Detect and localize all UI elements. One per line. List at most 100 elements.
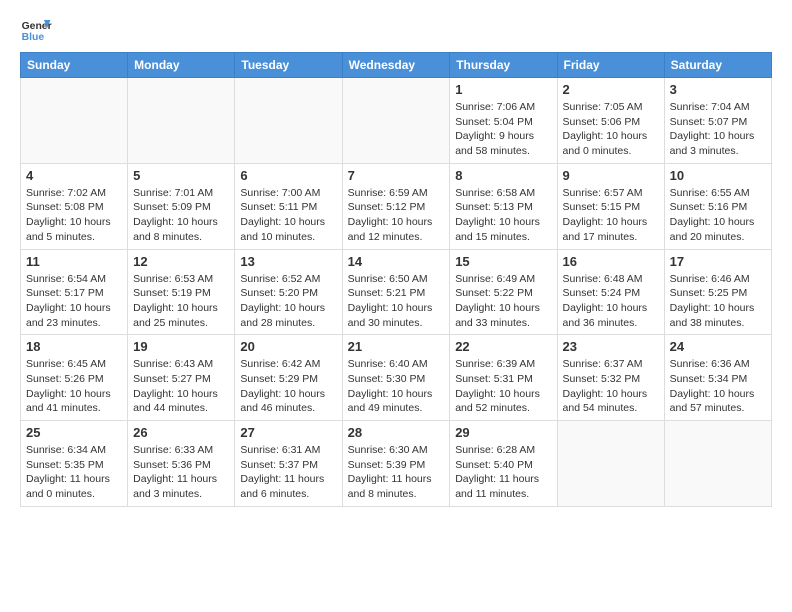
day-info: Sunrise: 6:42 AM Sunset: 5:29 PM Dayligh…: [240, 357, 336, 416]
weekday-header-wednesday: Wednesday: [342, 53, 450, 78]
day-info: Sunrise: 6:46 AM Sunset: 5:25 PM Dayligh…: [670, 272, 766, 331]
calendar-cell: 29 Sunrise: 6:28 AM Sunset: 5:40 PM Dayli…: [450, 421, 557, 507]
calendar-cell: 2Sunrise: 7:05 AM Sunset: 5:06 PM Daylig…: [557, 78, 664, 164]
weekday-header-row: SundayMondayTuesdayWednesdayThursdayFrid…: [21, 53, 772, 78]
day-number: 29: [455, 425, 551, 440]
logo: General Blue: [20, 16, 56, 44]
day-info: Sunrise: 7:06 AM Sunset: 5:04 PM Dayligh…: [455, 100, 551, 159]
day-number: 26: [133, 425, 229, 440]
calendar-cell: 22Sunrise: 6:39 AM Sunset: 5:31 PM Dayli…: [450, 335, 557, 421]
calendar-cell: 26 Sunrise: 6:33 AM Sunset: 5:36 PM Dayli…: [128, 421, 235, 507]
calendar-cell: 23 Sunrise: 6:37 AM Sunset: 5:32 PM Dayli…: [557, 335, 664, 421]
day-number: 5: [133, 168, 229, 183]
day-number: 17: [670, 254, 766, 269]
week-row-2: 4 Sunrise: 7:02 AM Sunset: 5:08 PM Daylig…: [21, 163, 772, 249]
calendar-cell: 24Sunrise: 6:36 AM Sunset: 5:34 PM Dayli…: [664, 335, 771, 421]
calendar-cell: 11 Sunrise: 6:54 AM Sunset: 5:17 PM Dayli…: [21, 249, 128, 335]
day-info: Sunrise: 7:02 AM Sunset: 5:08 PM Dayligh…: [26, 186, 122, 245]
calendar-cell: 10 Sunrise: 6:55 AM Sunset: 5:16 PM Dayli…: [664, 163, 771, 249]
day-number: 9: [563, 168, 659, 183]
day-number: 10: [670, 168, 766, 183]
day-info: Sunrise: 6:39 AM Sunset: 5:31 PM Dayligh…: [455, 357, 551, 416]
logo-icon: General Blue: [20, 16, 52, 44]
calendar-cell: 3 Sunrise: 7:04 AM Sunset: 5:07 PM Daylig…: [664, 78, 771, 164]
day-info: Sunrise: 6:30 AM Sunset: 5:39 PM Dayligh…: [348, 443, 445, 502]
calendar-cell: 5 Sunrise: 7:01 AM Sunset: 5:09 PM Daylig…: [128, 163, 235, 249]
day-info: Sunrise: 7:01 AM Sunset: 5:09 PM Dayligh…: [133, 186, 229, 245]
day-info: Sunrise: 6:37 AM Sunset: 5:32 PM Dayligh…: [563, 357, 659, 416]
day-number: 11: [26, 254, 122, 269]
weekday-header-monday: Monday: [128, 53, 235, 78]
svg-text:Blue: Blue: [22, 32, 45, 43]
calendar-cell: [235, 78, 342, 164]
day-number: 4: [26, 168, 122, 183]
day-info: Sunrise: 6:57 AM Sunset: 5:15 PM Dayligh…: [563, 186, 659, 245]
day-number: 28: [348, 425, 445, 440]
calendar-cell: 7Sunrise: 6:59 AM Sunset: 5:12 PM Daylig…: [342, 163, 450, 249]
day-info: Sunrise: 6:49 AM Sunset: 5:22 PM Dayligh…: [455, 272, 551, 331]
day-number: 15: [455, 254, 551, 269]
calendar-cell: 20 Sunrise: 6:42 AM Sunset: 5:29 PM Dayli…: [235, 335, 342, 421]
calendar-cell: 13Sunrise: 6:52 AM Sunset: 5:20 PM Dayli…: [235, 249, 342, 335]
day-number: 1: [455, 82, 551, 97]
day-info: Sunrise: 7:00 AM Sunset: 5:11 PM Dayligh…: [240, 186, 336, 245]
calendar-cell: [342, 78, 450, 164]
calendar-cell: [664, 421, 771, 507]
day-number: 12: [133, 254, 229, 269]
weekday-header-saturday: Saturday: [664, 53, 771, 78]
day-number: 8: [455, 168, 551, 183]
day-number: 20: [240, 339, 336, 354]
day-info: Sunrise: 6:52 AM Sunset: 5:20 PM Dayligh…: [240, 272, 336, 331]
day-info: Sunrise: 6:50 AM Sunset: 5:21 PM Dayligh…: [348, 272, 445, 331]
calendar-cell: 9 Sunrise: 6:57 AM Sunset: 5:15 PM Daylig…: [557, 163, 664, 249]
day-number: 6: [240, 168, 336, 183]
week-row-5: 25 Sunrise: 6:34 AM Sunset: 5:35 PM Dayli…: [21, 421, 772, 507]
header: General Blue: [20, 16, 772, 44]
calendar-cell: [21, 78, 128, 164]
day-info: Sunrise: 6:33 AM Sunset: 5:36 PM Dayligh…: [133, 443, 229, 502]
weekday-header-sunday: Sunday: [21, 53, 128, 78]
day-info: Sunrise: 6:28 AM Sunset: 5:40 PM Dayligh…: [455, 443, 551, 502]
calendar-cell: 8 Sunrise: 6:58 AM Sunset: 5:13 PM Daylig…: [450, 163, 557, 249]
day-info: Sunrise: 6:45 AM Sunset: 5:26 PM Dayligh…: [26, 357, 122, 416]
day-info: Sunrise: 6:48 AM Sunset: 5:24 PM Dayligh…: [563, 272, 659, 331]
day-number: 25: [26, 425, 122, 440]
weekday-header-thursday: Thursday: [450, 53, 557, 78]
calendar-cell: 16 Sunrise: 6:48 AM Sunset: 5:24 PM Dayli…: [557, 249, 664, 335]
day-info: Sunrise: 6:55 AM Sunset: 5:16 PM Dayligh…: [670, 186, 766, 245]
week-row-3: 11 Sunrise: 6:54 AM Sunset: 5:17 PM Dayli…: [21, 249, 772, 335]
calendar-cell: 27 Sunrise: 6:31 AM Sunset: 5:37 PM Dayli…: [235, 421, 342, 507]
calendar-cell: 4 Sunrise: 7:02 AM Sunset: 5:08 PM Daylig…: [21, 163, 128, 249]
day-info: Sunrise: 6:54 AM Sunset: 5:17 PM Dayligh…: [26, 272, 122, 331]
day-number: 23: [563, 339, 659, 354]
day-number: 7: [348, 168, 445, 183]
day-info: Sunrise: 7:04 AM Sunset: 5:07 PM Dayligh…: [670, 100, 766, 159]
day-number: 2: [563, 82, 659, 97]
weekday-header-friday: Friday: [557, 53, 664, 78]
calendar-cell: [128, 78, 235, 164]
week-row-4: 18 Sunrise: 6:45 AM Sunset: 5:26 PM Dayli…: [21, 335, 772, 421]
calendar-cell: 15 Sunrise: 6:49 AM Sunset: 5:22 PM Dayli…: [450, 249, 557, 335]
calendar-cell: 19 Sunrise: 6:43 AM Sunset: 5:27 PM Dayli…: [128, 335, 235, 421]
day-number: 19: [133, 339, 229, 354]
day-number: 16: [563, 254, 659, 269]
day-info: Sunrise: 6:43 AM Sunset: 5:27 PM Dayligh…: [133, 357, 229, 416]
day-info: Sunrise: 6:53 AM Sunset: 5:19 PM Dayligh…: [133, 272, 229, 331]
day-number: 24: [670, 339, 766, 354]
day-info: Sunrise: 6:31 AM Sunset: 5:37 PM Dayligh…: [240, 443, 336, 502]
day-info: Sunrise: 6:34 AM Sunset: 5:35 PM Dayligh…: [26, 443, 122, 502]
calendar-cell: [557, 421, 664, 507]
day-info: Sunrise: 6:58 AM Sunset: 5:13 PM Dayligh…: [455, 186, 551, 245]
day-number: 18: [26, 339, 122, 354]
calendar-table: SundayMondayTuesdayWednesdayThursdayFrid…: [20, 52, 772, 507]
day-number: 3: [670, 82, 766, 97]
calendar-cell: 25 Sunrise: 6:34 AM Sunset: 5:35 PM Dayli…: [21, 421, 128, 507]
day-info: Sunrise: 6:40 AM Sunset: 5:30 PM Dayligh…: [348, 357, 445, 416]
calendar-cell: 21 Sunrise: 6:40 AM Sunset: 5:30 PM Dayli…: [342, 335, 450, 421]
calendar-cell: 6 Sunrise: 7:00 AM Sunset: 5:11 PM Daylig…: [235, 163, 342, 249]
weekday-header-tuesday: Tuesday: [235, 53, 342, 78]
day-number: 21: [348, 339, 445, 354]
calendar-cell: 14Sunrise: 6:50 AM Sunset: 5:21 PM Dayli…: [342, 249, 450, 335]
calendar-cell: 12 Sunrise: 6:53 AM Sunset: 5:19 PM Dayli…: [128, 249, 235, 335]
day-number: 27: [240, 425, 336, 440]
